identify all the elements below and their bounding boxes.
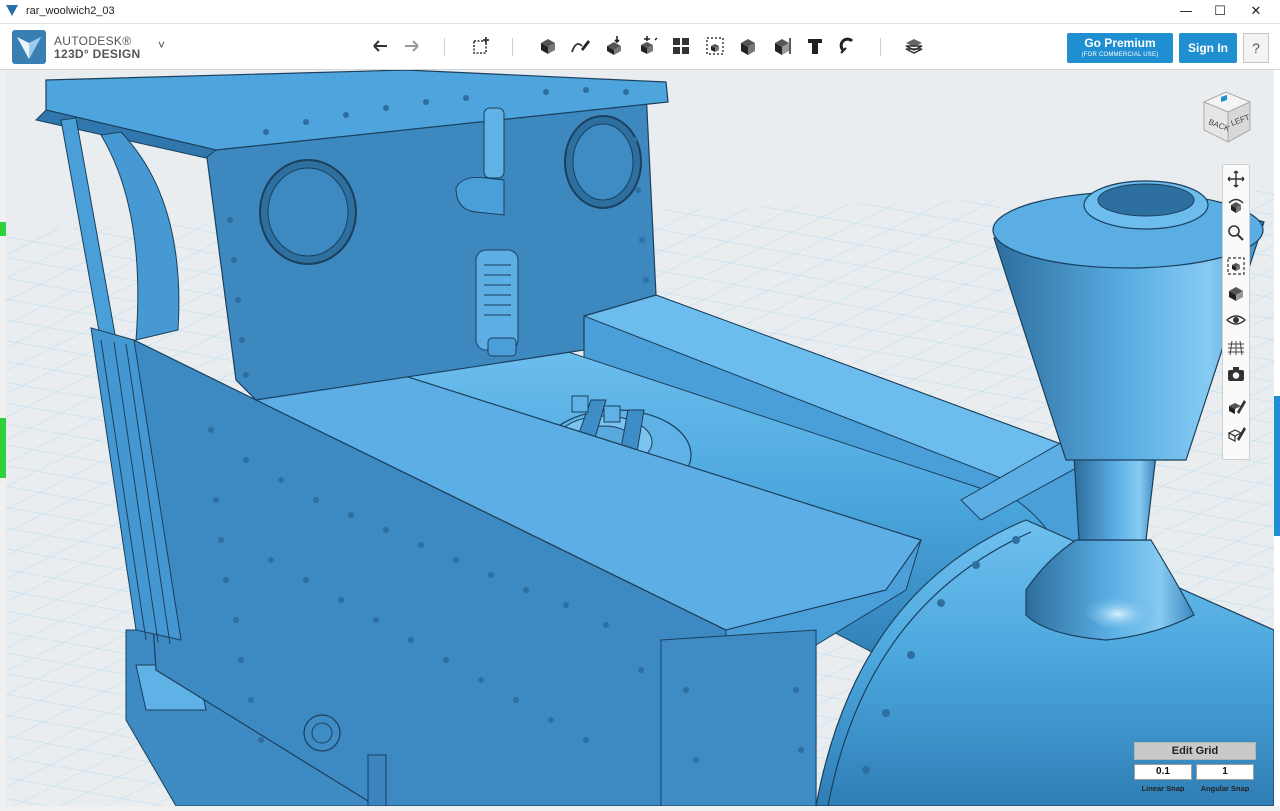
- left-edge-handle: [0, 222, 6, 236]
- grid-panel: Edit Grid 0.1 1 Linear Snap Angular Snap: [1134, 742, 1258, 800]
- pattern-icon[interactable]: [669, 34, 693, 58]
- view-mode-icon[interactable]: [1225, 282, 1247, 304]
- linear-snap-field[interactable]: 0.1: [1134, 764, 1192, 780]
- angular-snap-label: Angular Snap: [1200, 784, 1250, 793]
- sign-in-button[interactable]: Sign In: [1179, 33, 1237, 63]
- combine-icon[interactable]: [736, 34, 760, 58]
- grid-toggle-icon[interactable]: [1225, 336, 1247, 358]
- app-icon: [6, 5, 18, 16]
- transform-icon[interactable]: [469, 34, 493, 58]
- redo-icon[interactable]: [400, 34, 424, 58]
- screenshot-icon[interactable]: [1225, 363, 1247, 385]
- orbit-icon[interactable]: [1225, 195, 1247, 217]
- viewcube-icon[interactable]: BACK LEFT: [1196, 84, 1258, 146]
- modify-icon[interactable]: [635, 34, 659, 58]
- brand-product: 123D° DESIGN: [54, 47, 141, 61]
- undo-icon[interactable]: [368, 34, 392, 58]
- zoom-icon[interactable]: [1225, 222, 1247, 244]
- material-icon[interactable]: [902, 34, 926, 58]
- visibility-icon[interactable]: [1225, 309, 1247, 331]
- left-edge-handle: [0, 418, 6, 478]
- construct-icon[interactable]: [602, 34, 626, 58]
- angular-snap-field[interactable]: 1: [1196, 764, 1254, 780]
- material-tool-icon[interactable]: [1225, 396, 1247, 418]
- toolbar-divider: [512, 38, 513, 56]
- edit-grid-button[interactable]: Edit Grid: [1134, 742, 1256, 760]
- app-menu-chevron-icon[interactable]: ˅: [158, 38, 165, 52]
- app-window: rar_woolwich2_03 — ☐ ✕ AUTODESK® 123D° D…: [0, 0, 1280, 811]
- toolbar-divider: [444, 38, 445, 56]
- go-premium-button[interactable]: Go Premium (FOR COMMERCIAL USE): [1067, 33, 1173, 63]
- outline-icon[interactable]: [1225, 423, 1247, 445]
- model-scene: [6, 70, 1274, 806]
- go-premium-sublabel: (FOR COMMERCIAL USE): [1081, 52, 1159, 58]
- pan-icon[interactable]: [1225, 168, 1247, 190]
- maximize-button[interactable]: ☐: [1202, 0, 1238, 24]
- window-title: rar_woolwich2_03: [26, 5, 115, 17]
- sketch-icon[interactable]: [568, 34, 592, 58]
- text-icon[interactable]: [803, 34, 827, 58]
- main-toolbar: AUTODESK® 123D° DESIGN ˅ Go Premium (FOR…: [0, 24, 1280, 70]
- go-premium-label: Go Premium: [1084, 36, 1156, 50]
- app-logo-icon: [12, 30, 46, 64]
- help-button[interactable]: ?: [1243, 33, 1269, 63]
- linear-snap-label: Linear Snap: [1141, 784, 1185, 793]
- toolbar-divider: [880, 38, 881, 56]
- navigation-bar: [1222, 164, 1250, 460]
- grouping-icon[interactable]: [703, 34, 727, 58]
- title-bar: rar_woolwich2_03 — ☐ ✕: [0, 0, 1280, 24]
- primitives-icon[interactable]: [535, 34, 559, 58]
- measure-icon[interactable]: [770, 34, 794, 58]
- minimize-button[interactable]: —: [1168, 0, 1204, 24]
- brand-company: AUTODESK®: [54, 34, 132, 48]
- snap-icon[interactable]: [836, 34, 860, 58]
- side-scrollbar-thumb[interactable]: [1274, 396, 1280, 536]
- close-button[interactable]: ✕: [1238, 0, 1274, 24]
- fit-icon[interactable]: [1225, 255, 1247, 277]
- 3d-viewport[interactable]: BACK LEFT Edit Grid 0.1 1 Linear Snap An…: [6, 70, 1274, 806]
- side-scrollbar[interactable]: [1274, 70, 1280, 806]
